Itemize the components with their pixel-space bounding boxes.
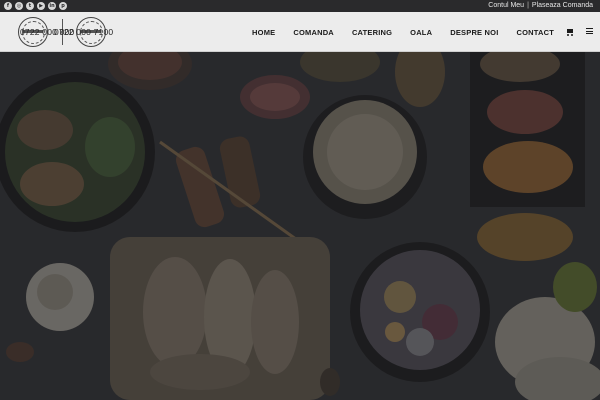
dark-overlay [0, 52, 600, 400]
menu-button[interactable] [586, 28, 594, 36]
cart-button[interactable] [566, 28, 574, 36]
nav-comanda[interactable]: COMANDA [293, 28, 334, 37]
main-nav: HOME COMANDA CATERING OALA DESPRE NOI CO… [234, 12, 594, 52]
link-separator: | [527, 2, 529, 9]
place-order-link[interactable]: Plaseaza Comanda [532, 1, 593, 11]
site-header: 0722 000 000 0722 000 7100 HOME COMANDA … [0, 12, 600, 52]
facebook-icon[interactable]: f [4, 2, 12, 10]
pinterest-icon[interactable]: p [59, 2, 67, 10]
nav-catering[interactable]: CATERING [352, 28, 392, 37]
instagram-icon[interactable]: ◎ [15, 2, 23, 10]
youtube-icon[interactable]: ▶ [37, 2, 45, 10]
hamburger-menu-icon [586, 28, 593, 34]
nav-contact[interactable]: CONTACT [516, 28, 554, 37]
twitter-icon[interactable]: t [26, 2, 34, 10]
nav-despre-noi[interactable]: DESPRE NOI [450, 28, 498, 37]
logo[interactable]: 0722 000 000 0722 000 7100 [18, 17, 113, 47]
top-utility-bar: f ◎ t ▶ in p Contul Meu | Plaseaza Coman… [0, 0, 600, 12]
my-account-link[interactable]: Contul Meu [488, 1, 524, 11]
nav-home[interactable]: HOME [252, 28, 275, 37]
linkedin-icon[interactable]: in [48, 2, 56, 10]
account-links: Contul Meu | Plaseaza Comanda [488, 1, 593, 11]
nav-oala[interactable]: OALA [410, 28, 432, 37]
social-links: f ◎ t ▶ in p [4, 2, 67, 10]
hero-food-image [0, 52, 600, 400]
phone-number: 0722 000 7100 [54, 27, 114, 37]
cart-icon [566, 28, 574, 36]
